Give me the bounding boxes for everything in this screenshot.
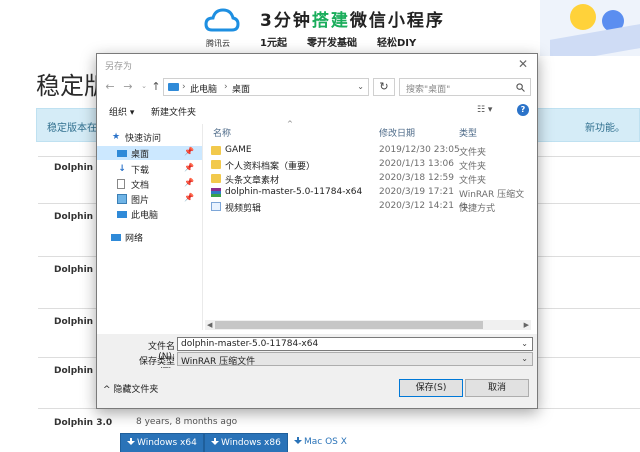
shortcut-icon: [211, 202, 221, 211]
nav-item-this-pc[interactable]: 此电脑: [97, 207, 202, 221]
nav-item-downloads[interactable]: ↓ 下载 📌: [97, 162, 202, 176]
file-row[interactable]: GAME 2019/12/30 23:05 文件夹: [205, 144, 531, 158]
file-row[interactable]: 视频剪辑 2020/3/12 14:21 快捷方式: [205, 200, 531, 214]
info-text-right: 新功能。: [585, 123, 625, 134]
save-as-dialog: 另存为 ✕ ← → ⌄ ↑ › 此电脑 › 桌面 ⌄ ↻ 搜索"桌面" 组织 ▾…: [96, 53, 538, 409]
scroll-left-icon[interactable]: ◀: [207, 320, 212, 330]
picture-icon: [117, 194, 127, 204]
forward-arrow-icon[interactable]: →: [121, 80, 135, 93]
file-row[interactable]: dolphin-master-5.0-11784-x64 2020/3/19 1…: [205, 186, 531, 213]
file-row[interactable]: 头条文章素材 2020/3/18 12:59 文件夹: [205, 172, 531, 186]
nav-item-pictures[interactable]: 图片 📌: [97, 192, 202, 206]
search-input[interactable]: 搜索"桌面": [399, 78, 531, 96]
ad-headline: 3分钟搭建微信小程序: [260, 11, 445, 31]
scroll-right-icon[interactable]: ▶: [524, 320, 529, 330]
nav-item-documents[interactable]: 文档 📌: [97, 177, 202, 191]
ad-banner[interactable]: 腾讯云 3分钟搭建微信小程序 1元起 零开发基础 轻松DIY: [168, 0, 640, 56]
pin-icon[interactable]: 📌: [184, 193, 194, 202]
column-header-name[interactable]: 名称: [213, 126, 231, 139]
document-icon: [117, 179, 125, 189]
download-icon: [294, 437, 302, 445]
filename-field[interactable]: dolphin-master-5.0-11784-x64 ⌄: [177, 337, 533, 351]
release-name: Dolphin 3.0: [54, 418, 113, 428]
search-placeholder: 搜索"桌面": [406, 85, 451, 95]
filename-fields: 文件名(N): dolphin-master-5.0-11784-x64 ⌄ 保…: [97, 334, 537, 377]
pin-icon[interactable]: 📌: [184, 147, 194, 156]
column-header-type[interactable]: 类型: [459, 126, 477, 139]
save-button[interactable]: 保存(S): [399, 379, 463, 397]
desktop-icon: [117, 150, 127, 157]
pin-icon[interactable]: 📌: [184, 163, 194, 172]
nav-item-desktop[interactable]: 桌面 📌: [97, 146, 202, 160]
horizontal-scrollbar[interactable]: ◀ ▶: [205, 320, 531, 330]
folder-icon: [211, 146, 221, 155]
help-icon[interactable]: ?: [517, 104, 529, 116]
ad-illustration: [540, 0, 640, 56]
column-header-date[interactable]: 修改日期: [379, 126, 415, 139]
network-icon: [111, 234, 121, 241]
back-arrow-icon[interactable]: ←: [103, 80, 117, 93]
file-list: ^ 名称 修改日期 类型 GAME 2019/12/30 23:05 文件夹 个…: [205, 120, 531, 320]
sort-ascending-icon: ^: [287, 120, 293, 128]
hide-folders-toggle[interactable]: ^ 隐藏文件夹: [103, 382, 158, 395]
cancel-button[interactable]: 取消: [465, 379, 529, 397]
search-icon: [516, 83, 525, 92]
view-options-icon[interactable]: ☷ ▾: [477, 105, 492, 115]
download-mac-os-x-link[interactable]: Mac OS X: [294, 437, 347, 447]
release-age: 8 years, 8 months ago: [136, 417, 238, 427]
folder-icon: [211, 174, 221, 183]
close-icon[interactable]: ✕: [515, 56, 531, 72]
computer-icon: [168, 83, 179, 91]
rar-archive-icon: [211, 188, 221, 197]
file-row[interactable]: 个人资料档案（重要） 2020/1/13 13:06 文件夹: [205, 158, 531, 172]
download-icon: [127, 438, 135, 446]
organize-button[interactable]: 组织 ▾: [109, 105, 134, 118]
address-bar-row: ← → ⌄ ↑ › 此电脑 › 桌面 ⌄ ↻ 搜索"桌面": [97, 76, 537, 98]
tencent-cloud-logo-icon: [204, 8, 240, 32]
dialog-footer: ^ 隐藏文件夹 保存(S) 取消: [97, 368, 537, 408]
chevron-down-icon[interactable]: ⌄: [521, 339, 528, 348]
ad-tags: 1元起 零开发基础 轻松DIY: [260, 38, 417, 49]
filetype-select[interactable]: WinRAR 压缩文件 ⌄: [177, 352, 533, 367]
nav-item-network[interactable]: 网络: [97, 230, 202, 244]
address-bar[interactable]: › 此电脑 › 桌面 ⌄: [163, 78, 369, 96]
ad-brand: 腾讯云: [206, 39, 230, 48]
up-arrow-icon[interactable]: ↑: [149, 80, 163, 93]
dialog-toolbar: 组织 ▾ 新建文件夹 ☷ ▾ ?: [97, 100, 537, 122]
breadcrumb-desktop[interactable]: 桌面: [232, 82, 250, 95]
new-folder-button[interactable]: 新建文件夹: [151, 105, 196, 118]
pin-icon[interactable]: 📌: [184, 178, 194, 187]
dialog-title: 另存为: [105, 62, 133, 72]
scrollbar-thumb[interactable]: [215, 321, 483, 329]
nav-item-quick-access[interactable]: ★ 快速访问: [97, 130, 202, 144]
download-icon: ↓: [118, 164, 126, 174]
folder-icon: [211, 160, 221, 169]
info-text-left: 稳定版本在: [47, 123, 97, 134]
navigation-pane: ★ 快速访问 桌面 📌 ↓ 下载 📌 文档 📌 图片 📌 此电脑 网络: [97, 124, 203, 330]
breadcrumb-this-pc[interactable]: 此电脑: [190, 82, 217, 95]
address-dropdown-chevron-icon[interactable]: ⌄: [357, 82, 364, 91]
chevron-down-icon: ⌄: [521, 354, 528, 363]
download-windows-x64-button[interactable]: Windows x64: [120, 433, 204, 452]
star-icon: ★: [111, 132, 121, 142]
download-icon: [211, 438, 219, 446]
computer-icon: [117, 211, 127, 218]
dialog-titlebar[interactable]: 另存为 ✕: [97, 54, 537, 74]
refresh-icon[interactable]: ↻: [373, 78, 395, 96]
download-windows-x86-button[interactable]: Windows x86: [204, 433, 288, 452]
